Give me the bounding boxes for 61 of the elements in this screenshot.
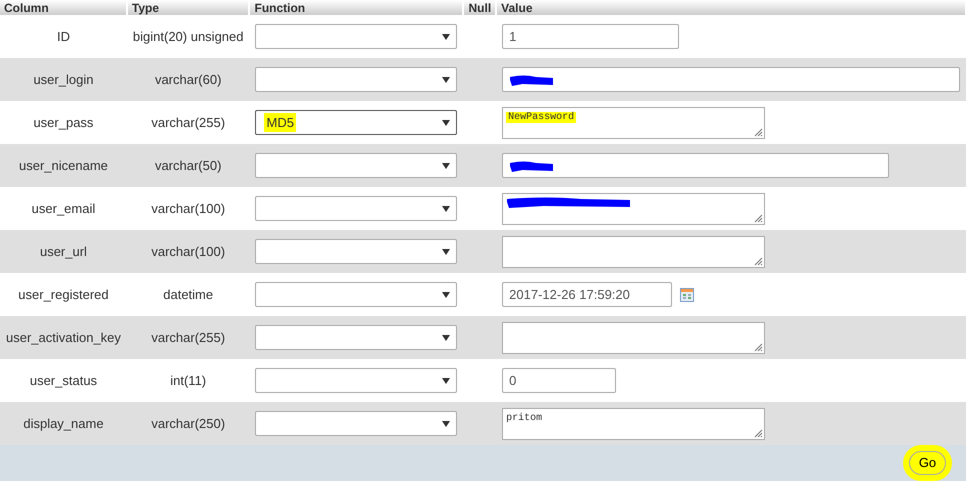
column-type: varchar(100) (151, 244, 226, 259)
caret-icon (442, 162, 450, 168)
caret-icon (442, 34, 450, 40)
column-header: Value (501, 1, 533, 15)
column-header: Null (468, 1, 492, 15)
function-dropdown[interactable] (255, 196, 458, 221)
column-name: user_pass (33, 114, 94, 130)
function-dropdown[interactable] (255, 153, 458, 178)
function-dropdown[interactable] (255, 325, 458, 350)
caret-icon (442, 206, 450, 212)
column-header: Column (4, 1, 49, 15)
value-field[interactable]: 2017-12-26 17:59:20 (502, 282, 672, 307)
redaction-scribble (509, 74, 554, 86)
resize-grip-icon[interactable] (754, 128, 764, 136)
column-type: varchar(250) (151, 416, 226, 431)
resize-grip-icon[interactable] (754, 342, 764, 352)
caret-icon (442, 378, 450, 384)
caret-icon (442, 76, 450, 82)
column-type: bigint(20) unsigned (132, 28, 244, 44)
redaction-scribble (509, 160, 554, 172)
column-name: user_activation_key (6, 330, 121, 345)
column-name: user_status (30, 372, 98, 388)
calendar-icon[interactable] (680, 288, 694, 302)
function-dropdown[interactable] (255, 24, 458, 49)
function-dropdown[interactable] (255, 239, 458, 264)
column-type: datetime (163, 286, 214, 302)
column-name: user_registered (18, 286, 109, 302)
column-name: user_email (32, 200, 96, 216)
column-name: user_login (33, 72, 94, 87)
column-name: user_nicename (19, 158, 108, 173)
value-field[interactable]: 0 (502, 368, 616, 393)
value-field[interactable] (502, 153, 890, 178)
column-header: Function (254, 1, 306, 15)
caret-icon (442, 248, 450, 254)
caret-icon (442, 334, 450, 340)
column-type: varchar(255) (151, 114, 226, 130)
column-header: Type (132, 1, 160, 15)
column-name: ID (56, 28, 70, 44)
column-type: int(11) (170, 372, 206, 388)
column-name: user_url (40, 244, 87, 259)
function-dropdown[interactable] (255, 67, 458, 92)
function-dropdown[interactable] (255, 282, 458, 307)
caret-icon (442, 420, 450, 426)
column-type: varchar(255) (151, 330, 226, 345)
function-dropdown[interactable] (255, 411, 458, 436)
column-type: varchar(60) (154, 72, 222, 87)
resize-grip-icon[interactable] (754, 214, 764, 222)
resize-grip-icon[interactable] (754, 256, 764, 266)
value-textarea[interactable]: NewPassword (502, 106, 766, 138)
value-field[interactable]: 1 (502, 24, 680, 49)
value-textarea[interactable]: pritom (502, 408, 766, 440)
caret-icon (442, 292, 450, 298)
column-type: varchar(100) (151, 200, 226, 216)
resize-grip-icon[interactable] (754, 428, 764, 438)
function-dropdown[interactable] (255, 368, 458, 393)
value-textarea[interactable] (502, 192, 766, 224)
column-name: display_name (23, 416, 104, 431)
value-field[interactable] (502, 67, 960, 92)
function-dropdown[interactable]: MD5 (255, 110, 458, 135)
column-type: varchar(50) (154, 158, 222, 173)
caret-icon (442, 120, 450, 126)
